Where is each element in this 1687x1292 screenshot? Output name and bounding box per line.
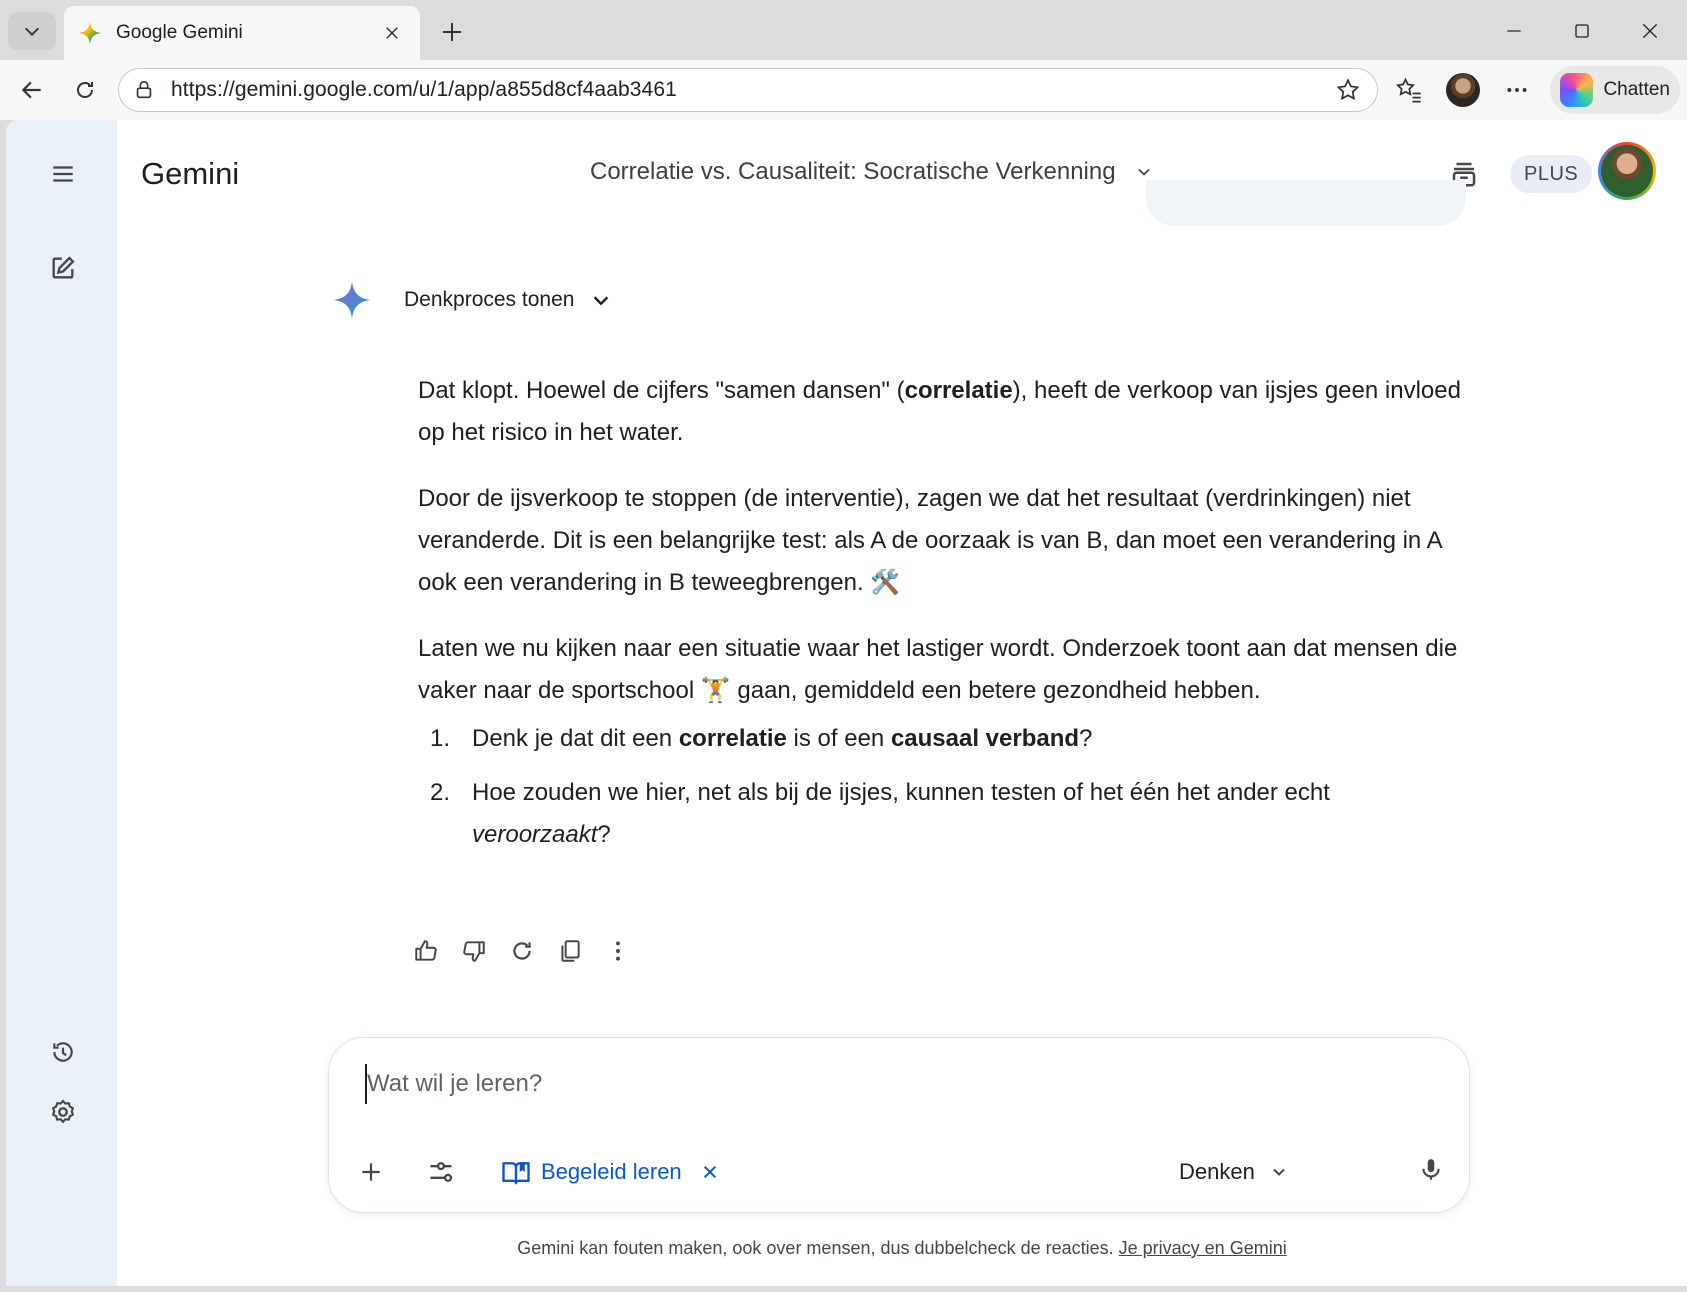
more-vertical-icon xyxy=(616,941,620,961)
reload-icon xyxy=(77,82,93,98)
list-item: 1. Denk je dat dit een correlatie is of e… xyxy=(430,725,1093,752)
tune-icon xyxy=(430,1162,453,1182)
weightlifter-emoji: 🏋️ xyxy=(700,677,731,704)
tab-title: Google Gemini xyxy=(116,22,243,43)
close-tab-icon[interactable] xyxy=(378,19,406,47)
address-bar[interactable]: https://gemini.google.com/u/1/app/a855d8… xyxy=(118,68,1378,112)
model-response: Dat klopt. Hoewel de cijfers "samen dans… xyxy=(418,370,1468,868)
minimize-icon xyxy=(1507,30,1521,32)
chevron-down-icon xyxy=(24,27,40,36)
activity-button[interactable] xyxy=(37,1026,89,1078)
copilot-logo-icon xyxy=(1560,73,1594,107)
privacy-link[interactable]: Je privacy en Gemini xyxy=(1119,1238,1287,1258)
guided-learning-chip[interactable]: Begeleid leren xyxy=(501,1152,724,1192)
tools-emoji: 🛠️ xyxy=(870,569,901,596)
main-menu-button[interactable] xyxy=(37,148,89,200)
response-actions xyxy=(402,927,642,975)
show-thinking-toggle[interactable]: Denkproces tonen xyxy=(332,280,616,320)
thumbs-up-button[interactable] xyxy=(402,927,450,975)
browser-toolbar: https://gemini.google.com/u/1/app/a855d8… xyxy=(0,60,1687,120)
arrow-left-icon xyxy=(21,81,41,99)
gear-icon xyxy=(52,1099,74,1123)
model-label: Denken xyxy=(1179,1159,1255,1184)
copy-icon xyxy=(561,940,580,962)
close-window-button[interactable] xyxy=(1622,12,1678,50)
copilot-chat-button[interactable]: Chatten xyxy=(1550,66,1680,114)
guided-learning-label: Begeleid leren xyxy=(541,1159,682,1184)
plus-icon xyxy=(443,23,461,41)
new-chat-button[interactable] xyxy=(37,242,89,294)
gemini-page: Gemini Correlatie vs. Causaliteit: Socra… xyxy=(6,120,1687,1286)
question-list: 1. Denk je dat dit een correlatie is of e… xyxy=(418,718,1468,856)
url-text[interactable]: https://gemini.google.com/u/1/app/a855d8… xyxy=(171,78,1333,102)
hamburger-menu-icon xyxy=(53,166,73,182)
tab-list-button[interactable] xyxy=(8,12,56,50)
reload-button[interactable] xyxy=(66,71,104,109)
regenerate-button[interactable] xyxy=(498,927,546,975)
tools-button[interactable] xyxy=(419,1150,463,1194)
chevron-down-icon xyxy=(590,287,616,313)
thumbs-up-icon xyxy=(415,940,437,961)
gemini-favicon-icon xyxy=(78,21,102,45)
conversation-title: Correlatie vs. Causaliteit: Socratische … xyxy=(590,158,1116,185)
thumbs-down-icon xyxy=(463,941,485,962)
more-horizontal-icon xyxy=(1507,88,1527,92)
previous-user-message-bubble xyxy=(1146,180,1466,226)
back-button[interactable] xyxy=(13,71,51,109)
prompt-input[interactable] xyxy=(365,1064,1425,1104)
prompt-composer: Begeleid leren Denken xyxy=(328,1037,1470,1213)
list-item: 2. Hoe zouden we hier, net als bij de ijs… xyxy=(430,779,1330,848)
more-actions-button[interactable] xyxy=(594,927,642,975)
microphone-button[interactable] xyxy=(1409,1148,1453,1192)
user-account-avatar[interactable] xyxy=(1598,142,1656,200)
chevron-down-icon xyxy=(1269,1159,1295,1185)
thumbs-down-button[interactable] xyxy=(450,927,498,975)
remove-tool-icon[interactable] xyxy=(696,1158,724,1186)
response-paragraph: Laten we nu kijken naar een situatie waa… xyxy=(418,635,1458,704)
response-paragraph: Dat klopt. Hoewel de cijfers "samen dans… xyxy=(418,377,1461,446)
conversation-title-menu[interactable]: Correlatie vs. Causaliteit: Socratische … xyxy=(590,158,1158,186)
gemini-spark-icon xyxy=(332,280,372,320)
maximize-icon xyxy=(1575,24,1589,38)
response-paragraph: Door de ijsverkoop te stoppen (de interv… xyxy=(418,485,1442,596)
app-name[interactable]: Gemini xyxy=(141,156,239,192)
thinking-label: Denkproces tonen xyxy=(404,288,575,311)
history-icon xyxy=(53,1042,73,1062)
microphone-icon xyxy=(1422,1159,1440,1180)
model-selector[interactable]: Denken xyxy=(1179,1152,1295,1192)
maximize-window-button[interactable] xyxy=(1554,12,1610,50)
favorites-button[interactable] xyxy=(1390,71,1428,109)
close-icon xyxy=(1642,23,1658,39)
minimize-window-button[interactable] xyxy=(1486,12,1542,50)
browser-profile-avatar[interactable] xyxy=(1446,73,1480,107)
favorites-list-icon xyxy=(1395,77,1421,103)
copilot-label: Chatten xyxy=(1603,79,1670,100)
bold-term: correlatie xyxy=(904,377,1013,404)
more-options-button[interactable] xyxy=(1498,71,1536,109)
refresh-icon xyxy=(513,942,531,960)
favorite-star-icon[interactable] xyxy=(1333,75,1363,105)
new-tab-button[interactable] xyxy=(434,14,470,50)
footer-disclaimer: Gemini kan fouten maken, ook over mensen… xyxy=(517,1238,1287,1258)
settings-button[interactable] xyxy=(37,1086,89,1138)
plan-badge[interactable]: PLUS xyxy=(1510,155,1593,193)
add-files-button[interactable] xyxy=(349,1150,393,1194)
browser-tab-gemini[interactable]: Google Gemini xyxy=(64,6,420,60)
browser-tab-bar: Google Gemini xyxy=(0,0,1687,60)
sidebar xyxy=(6,120,117,1286)
copy-button[interactable] xyxy=(546,927,594,975)
site-info-icon[interactable] xyxy=(133,78,157,102)
plus-icon xyxy=(362,1163,380,1181)
open-book-icon xyxy=(501,1157,531,1187)
edit-square-icon xyxy=(52,256,75,279)
